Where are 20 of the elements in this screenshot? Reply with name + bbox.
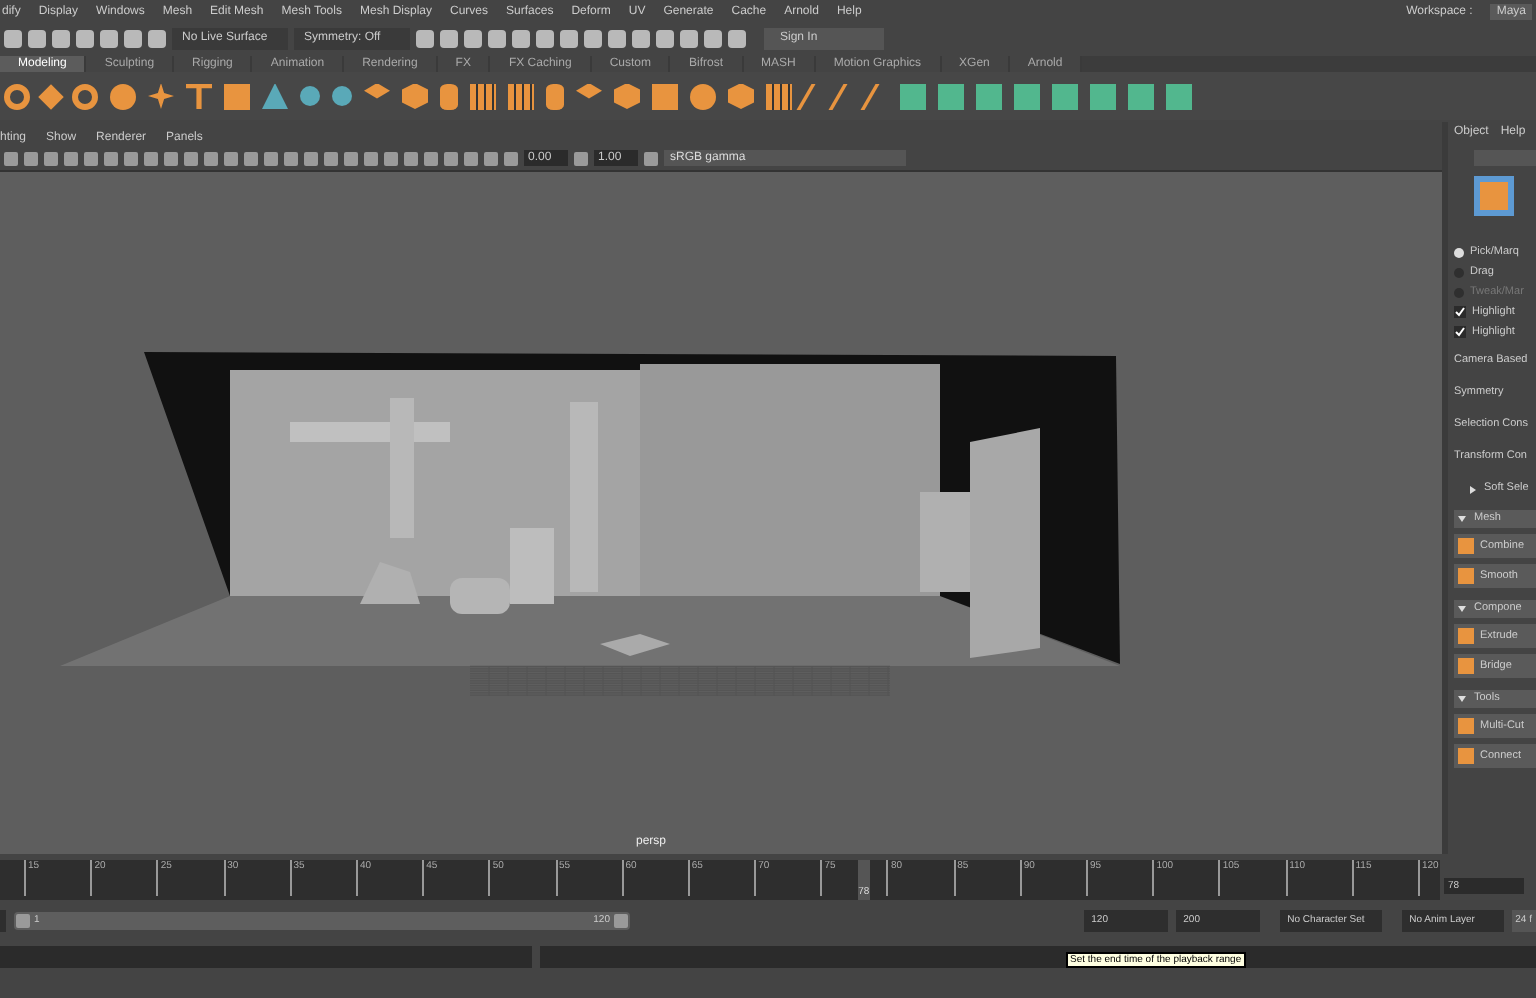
radio-button[interactable] [1454, 247, 1464, 257]
cylinder-icon[interactable] [440, 83, 458, 109]
square-icon[interactable] [938, 83, 964, 109]
viewport-tool-icon[interactable] [644, 151, 658, 165]
command-line-field[interactable] [0, 945, 532, 967]
circle-icon[interactable] [690, 83, 716, 109]
square-icon[interactable] [976, 83, 1002, 109]
square-icon[interactable] [900, 83, 926, 109]
ring-icon[interactable] [72, 83, 98, 109]
square-icon[interactable] [1052, 83, 1078, 109]
checkbox[interactable] [1454, 326, 1466, 338]
cylinder-icon[interactable] [546, 83, 564, 109]
viewport-tool-icon[interactable] [574, 151, 588, 165]
square-icon[interactable] [1166, 83, 1192, 109]
square-icon[interactable] [1014, 83, 1040, 109]
ring-icon[interactable] [4, 83, 30, 109]
square-icon[interactable] [1128, 83, 1154, 109]
checkbox[interactable] [1454, 306, 1466, 318]
circle-icon[interactable] [110, 83, 136, 109]
square-icon[interactable] [1090, 83, 1116, 109]
